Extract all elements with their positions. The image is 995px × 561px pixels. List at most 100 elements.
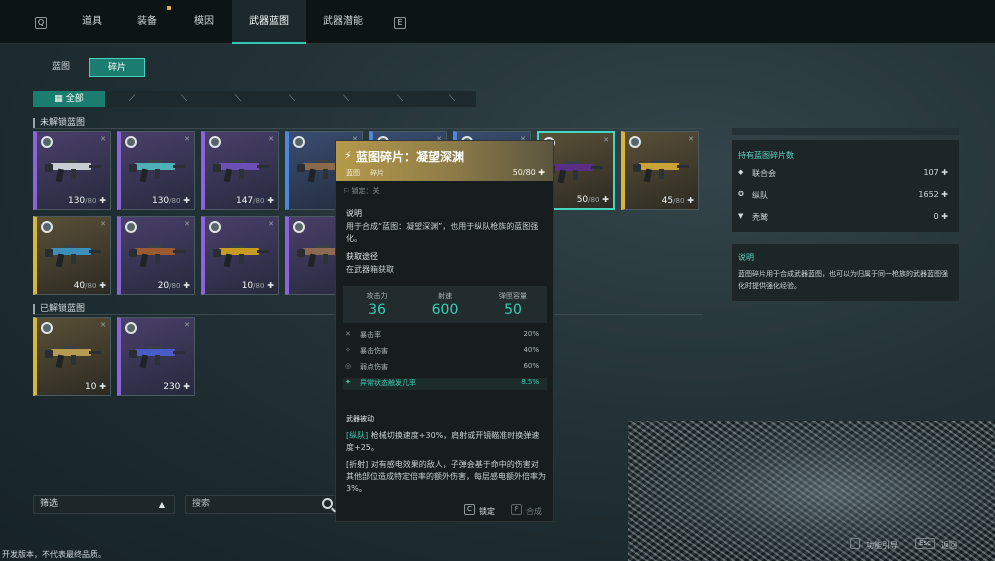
attr-value: 8.5% xyxy=(521,378,539,386)
corner-mark-icon: ✕ xyxy=(100,220,106,228)
filter-pistol-icon[interactable]: ⟋ xyxy=(125,94,139,104)
fragment-icon: ✚ xyxy=(183,196,190,205)
attr-value: 60% xyxy=(523,362,539,370)
crit-rate-icon: ✕ xyxy=(345,330,351,338)
search-input[interactable]: 搜索 xyxy=(185,495,336,514)
search-icon[interactable] xyxy=(322,498,333,509)
key-e-hint[interactable]: E xyxy=(394,17,406,29)
guide-button[interactable]: 功能引导 xyxy=(866,540,898,551)
right-desc-heading: 说明 xyxy=(738,253,754,262)
weakspot-icon: ◎ xyxy=(345,362,352,370)
back-button[interactable]: 返回 xyxy=(941,540,957,551)
tab-equipment[interactable]: 装备 xyxy=(125,0,169,44)
filter-rifle-icon[interactable]: ⟍ xyxy=(285,94,299,104)
key-c-hint[interactable]: C xyxy=(464,504,475,515)
blueprint-card[interactable]: ✕ 10/80 ✚ xyxy=(201,216,279,295)
holdings-value: 0 ✚ xyxy=(934,212,948,221)
filter-launcher-icon[interactable]: ⟍ xyxy=(445,94,459,104)
section-divider xyxy=(33,128,703,129)
right-desc-text: 蓝图碎片用于合成武器蓝图，也可以为归属于同一枪族的武器蓝图强化时提供强化经验。 xyxy=(738,270,948,290)
holdings-title: 持有蓝图碎片数 xyxy=(738,151,794,160)
count-owned: 10 xyxy=(84,382,97,392)
tooltip-title: 蓝图碎片：凝望深渊 xyxy=(356,150,465,164)
fragment-icon: ✚ xyxy=(99,382,106,391)
subtab-blueprints[interactable]: 蓝图 xyxy=(33,58,89,77)
holdings-label: 纵队 xyxy=(752,191,768,200)
fragment-icon: ✚ xyxy=(267,281,274,290)
holdings-value: 1652 ✚ xyxy=(918,190,948,199)
blueprint-card[interactable]: ✕ 147/80 ✚ xyxy=(201,131,279,210)
filter-all-button[interactable]: ▦ 全部 xyxy=(33,91,105,107)
blueprint-card[interactable]: ✕ 20/80 ✚ xyxy=(117,216,195,295)
key-f-hint[interactable]: F xyxy=(511,504,522,515)
card-fragment-count: 20/80 ✚ xyxy=(158,281,190,291)
filter-smg-icon[interactable]: ⟍ xyxy=(231,94,245,104)
tooltip-fragment-count: 50/80 ✚ xyxy=(513,168,545,177)
tab-memes[interactable]: 模因 xyxy=(180,0,228,44)
faction-badge-icon xyxy=(293,221,305,233)
lightning-icon: ⚡ xyxy=(344,149,352,162)
fragment-icon: ✚ xyxy=(941,190,948,199)
fragment-icon: ✚ xyxy=(183,382,190,391)
faction-badge-icon xyxy=(209,221,221,233)
blueprint-card[interactable]: ✕ 130/80 ✚ xyxy=(117,131,195,210)
effect-2-tag: [折射] xyxy=(346,460,369,469)
filter-sniper-icon[interactable]: ⟍ xyxy=(393,94,407,104)
stat-attack-label: 攻击力 xyxy=(366,292,388,300)
blueprint-card[interactable]: ✕ 230 ✚ xyxy=(117,317,195,396)
filter-all-label: 全部 xyxy=(65,94,84,104)
holdings-row-column: ✪ 纵队 1652 ✚ xyxy=(738,190,948,202)
filter-shotgun-icon[interactable]: ⟍ xyxy=(177,94,191,104)
weapon-image xyxy=(129,346,185,369)
fragment-count-value: 50/80 xyxy=(512,168,536,177)
faction-badge-icon xyxy=(293,136,305,148)
status-icon: ✦ xyxy=(345,378,351,386)
weapon-image xyxy=(45,245,101,268)
tooltip-type: 蓝图 xyxy=(346,169,360,177)
section-locked-label: 未解锁蓝图 xyxy=(33,118,85,128)
filter-lmg-icon[interactable]: ⟍ xyxy=(339,94,353,104)
key-guide-hint[interactable] xyxy=(850,538,860,549)
holdings-number: 1652 xyxy=(918,190,939,199)
tab-items[interactable]: 道具 xyxy=(70,0,114,44)
card-fragment-count: 230 ✚ xyxy=(163,382,190,392)
holdings-number: 0 xyxy=(933,212,939,221)
filter-dropdown[interactable]: 筛选 ▲ xyxy=(33,495,175,514)
effect-2: [折射] 对有感电效果的敌人，子弹会基于命中的伤害对其他部位造成特定倍率的额外伤… xyxy=(346,459,546,495)
card-fragment-count: 147/80 ✚ xyxy=(236,196,274,206)
key-esc-hint[interactable]: Esc xyxy=(915,538,935,549)
tab-weapon-blueprints[interactable]: 武器蓝图 xyxy=(232,0,306,44)
count-owned: 50 xyxy=(576,195,589,205)
fragment-icon: ✚ xyxy=(602,195,609,204)
tab-weapon-potential[interactable]: 武器潜能 xyxy=(312,0,374,44)
key-q-hint[interactable]: Q xyxy=(35,17,47,29)
craft-button[interactable]: 合成 xyxy=(526,506,542,517)
noise-overlay xyxy=(628,421,995,561)
effect-heading: 武器被动 xyxy=(346,415,374,423)
dev-disclaimer: 开发版本，不代表最终品质。 xyxy=(2,550,106,559)
corner-mark-icon: ✕ xyxy=(268,135,274,143)
count-total: /80 xyxy=(673,197,685,205)
grid-icon: ▦ xyxy=(54,94,63,104)
weapon-image xyxy=(45,160,101,183)
attr-value: 20% xyxy=(523,330,539,338)
attr-label: 暴击伤害 xyxy=(360,347,388,355)
blueprint-card[interactable]: ✕ 45/80 ✚ xyxy=(621,131,699,210)
corner-mark-icon: ✕ xyxy=(100,135,106,143)
lock-button[interactable]: 锁定 xyxy=(479,506,495,517)
attr-label: 弱点伤害 xyxy=(360,363,388,371)
section-unlocked-label: 已解锁蓝图 xyxy=(33,304,85,314)
subtab-fragments[interactable]: 碎片 xyxy=(89,58,145,77)
holdings-number: 107 xyxy=(923,168,939,177)
blueprint-card[interactable]: ✕ 130/80 ✚ xyxy=(33,131,111,210)
count-owned: 10 xyxy=(241,281,254,291)
stat-firerate-value: 600 xyxy=(431,302,459,318)
filter-dropdown-label: 筛选 xyxy=(40,499,59,509)
tooltip-subtype: 碎片 xyxy=(370,169,384,177)
attr-row-weakspot: ◎ 弱点伤害 60% xyxy=(343,362,547,374)
blueprint-card[interactable]: ✕ 10 ✚ xyxy=(33,317,111,396)
faction-badge-icon xyxy=(125,221,137,233)
holdings-row-federation: ◆ 联合会 107 ✚ xyxy=(738,168,948,180)
blueprint-card[interactable]: ✕ 40/80 ✚ xyxy=(33,216,111,295)
holdings-row-vulture: ▼ 秃鹫 0 ✚ xyxy=(738,212,948,224)
